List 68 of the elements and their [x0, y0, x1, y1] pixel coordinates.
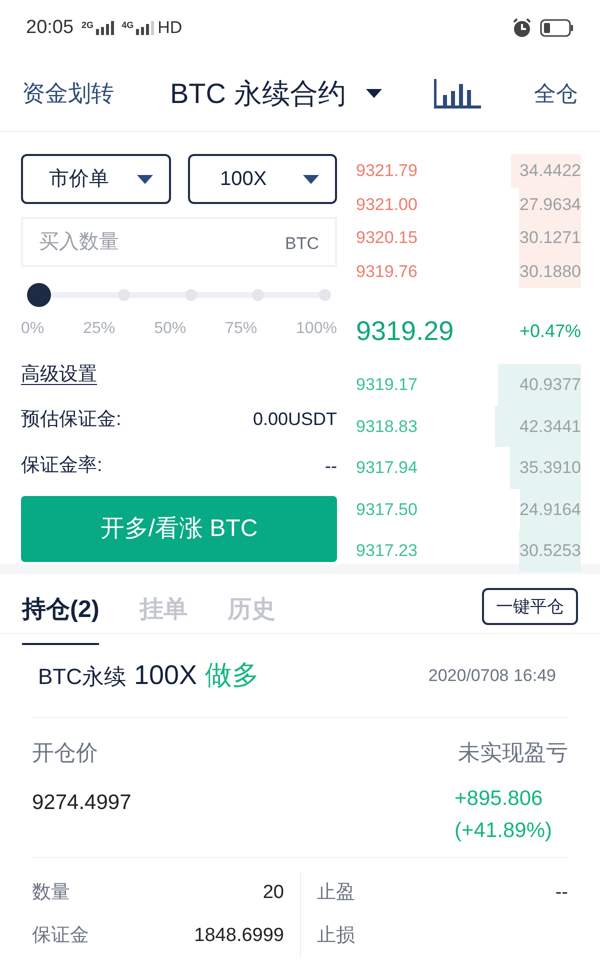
pnl-value: +895.806	[454, 786, 543, 812]
slider-thumb[interactable]	[27, 283, 51, 307]
price-cell-text: 9321.79	[356, 160, 418, 182]
signal-icon	[136, 21, 154, 35]
percent-label: 75%	[225, 319, 258, 339]
position-side: 做多	[205, 659, 260, 692]
price-cell-text: 9319.17	[356, 374, 418, 396]
percent-label: 25%	[83, 319, 116, 339]
detail-label: 止盈	[317, 881, 355, 906]
tab[interactable]: 持仓(2)	[22, 588, 100, 645]
amount-cell: 42.3441	[495, 406, 581, 447]
price-cell-text: 9321.00	[356, 194, 418, 216]
info-label: 预估保证金:	[21, 408, 122, 432]
position-time: 2020/0708 16:49	[428, 664, 556, 687]
order-type-dropdown[interactable]: 市价单	[21, 154, 171, 204]
amount-cell: 30.1271	[519, 221, 581, 254]
network-label: 2G	[82, 21, 94, 30]
transfer-link[interactable]: 资金划转	[22, 76, 114, 111]
detail-label: 数量	[32, 881, 70, 906]
slider-track[interactable]	[51, 289, 331, 301]
open-price-label: 开仓价	[32, 739, 99, 767]
amount-cell: 34.4422	[511, 154, 581, 188]
alarm-icon	[512, 18, 532, 38]
price-cell-text: 9317.94	[356, 457, 418, 479]
percent-label: 100%	[296, 319, 337, 339]
amount-cell: 24.9164	[520, 488, 581, 530]
hd-label: HD	[158, 17, 182, 40]
amount-cell: 40.9377	[498, 364, 581, 406]
caret-icon	[366, 89, 382, 98]
status-time: 20:05	[26, 16, 74, 40]
chart-icon[interactable]	[434, 78, 482, 108]
unit-label: BTC	[285, 233, 319, 255]
last-price: 9319.29	[356, 314, 454, 348]
detail-value: --	[555, 881, 568, 906]
info-value: --	[325, 454, 337, 478]
percent-label: 0%	[21, 319, 44, 339]
price-cell-text: 9317.23	[356, 540, 418, 562]
price-change: +0.47%	[519, 320, 581, 342]
amount-cell: 27.9634	[519, 188, 581, 221]
info-value: 0.00USDT	[252, 408, 337, 432]
network-label: 4G	[122, 21, 134, 30]
detail-label: 止损	[317, 924, 355, 948]
detail-value: 20	[262, 881, 284, 906]
contract-selector[interactable]: BTC 永续合约	[170, 72, 382, 114]
info-label: 保证金率:	[21, 454, 102, 478]
caret-icon	[303, 174, 319, 184]
price-cell-text: 9319.76	[356, 260, 418, 282]
position-symbol: BTC永续	[38, 663, 126, 692]
pnl-label: 未实现盈亏	[458, 739, 568, 767]
amount-cell: 30.1880	[519, 254, 581, 288]
detail-value: 1848.6999	[194, 924, 284, 948]
detail-label: 保证金	[32, 924, 89, 948]
amount-cell: 35.3910	[510, 447, 581, 488]
advanced-settings-link[interactable]: 高级设置	[21, 364, 97, 385]
close-all-button[interactable]: 一键平仓	[482, 588, 578, 625]
percent-label: 50%	[154, 319, 186, 339]
margin-mode-link[interactable]: 全仓	[534, 77, 578, 110]
price-cell-text: 9318.83	[356, 416, 418, 438]
position-leverage: 100X	[134, 659, 198, 692]
price-cell-text: 9320.15	[356, 227, 418, 249]
battery-icon	[540, 19, 574, 37]
open-price: 9274.4997	[32, 790, 132, 816]
signal-icon	[96, 21, 114, 35]
price-cell-text: 9317.50	[356, 498, 418, 520]
pnl-percent: (+41.89%)	[454, 818, 552, 844]
leverage-dropdown[interactable]: 100X	[188, 154, 337, 204]
amount-cell: 30.5253	[519, 530, 581, 572]
caret-icon	[137, 174, 153, 184]
